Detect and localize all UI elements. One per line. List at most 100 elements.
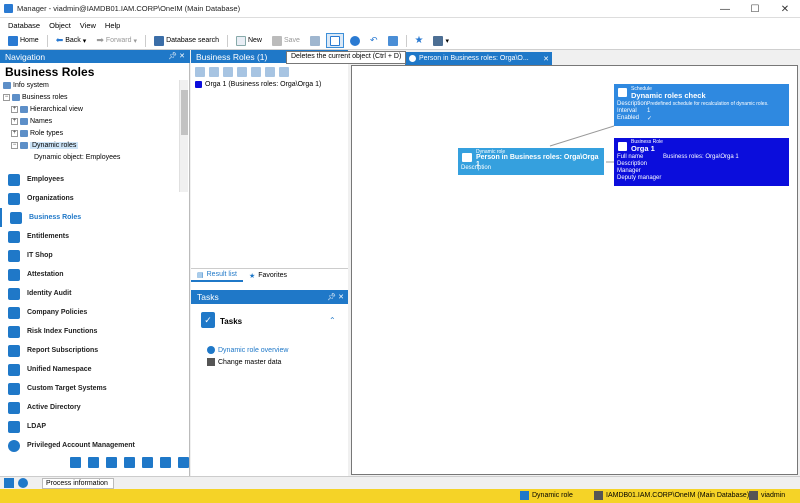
- check-icon: ✓: [647, 116, 653, 122]
- nav-company-policies[interactable]: Company Policies: [0, 303, 189, 322]
- dynamic-role-icon: [462, 153, 472, 162]
- search-icon[interactable]: [251, 66, 261, 77]
- settings-icon[interactable]: [18, 478, 28, 488]
- overflow-module-icon[interactable]: [160, 457, 171, 468]
- connector-line: [549, 125, 615, 147]
- refresh-button[interactable]: [384, 33, 402, 48]
- group-icon[interactable]: [195, 66, 205, 77]
- navigation-overflow-icons: [70, 457, 201, 468]
- nav-ldap[interactable]: LDAP: [0, 417, 189, 436]
- window-title: Manager - viadmin@IAMDB01.IAM.CORP\OneIM…: [17, 4, 241, 13]
- business-role-node[interactable]: Business Role Orga 1 Full name Business …: [614, 138, 789, 186]
- title-bar: Manager - viadmin@IAMDB01.IAM.CORP\OneIM…: [0, 0, 800, 18]
- tab-dynamic-role-overview[interactable]: Person in Business roles: Orga\O... ✕: [405, 52, 552, 65]
- tree-item-dynamic-roles[interactable]: − Dynamic roles: [11, 142, 79, 149]
- home-button[interactable]: Home: [4, 33, 43, 48]
- overflow-module-icon[interactable]: [106, 457, 117, 468]
- expand-icon[interactable]: +: [11, 106, 18, 113]
- unified-namespace-icon: [8, 363, 20, 376]
- toolbar-separator: [46, 34, 48, 47]
- refresh-icon[interactable]: [237, 66, 247, 77]
- nav-identity-audit[interactable]: Identity Audit: [0, 284, 189, 303]
- nav-risk-index-functions[interactable]: Risk Index Functions: [0, 322, 189, 341]
- nav-it-shop[interactable]: IT Shop: [0, 246, 189, 265]
- tasks-header: Tasks: [191, 290, 348, 304]
- new-button[interactable]: New: [232, 33, 266, 48]
- dynamic-role-node[interactable]: Dynamic role Person in Business roles: O…: [458, 148, 604, 175]
- maximize-button[interactable]: ☐: [740, 0, 770, 18]
- schedule-node[interactable]: Schedule Dynamic roles check Description…: [614, 84, 789, 126]
- favorite-button[interactable]: ★: [411, 33, 428, 48]
- menu-object[interactable]: Object: [49, 21, 71, 30]
- tree-item-info-system[interactable]: Info system: [3, 82, 49, 89]
- star-icon: ★: [414, 35, 424, 46]
- collapse-icon[interactable]: −: [11, 142, 18, 149]
- tree-item-dynamic-object-employees[interactable]: Dynamic object: Employees: [34, 154, 120, 161]
- overflow-module-icon[interactable]: [178, 457, 189, 468]
- menu-view[interactable]: View: [80, 21, 96, 30]
- expand-icon[interactable]: +: [11, 130, 18, 137]
- menu-help[interactable]: Help: [105, 21, 120, 30]
- nav-privileged-account-management[interactable]: Privileged Account Management: [0, 436, 189, 455]
- nav-report-subscriptions[interactable]: Report Subscriptions: [0, 341, 189, 360]
- nav-attestation[interactable]: Attestation: [0, 265, 189, 284]
- overflow-module-icon[interactable]: [70, 457, 81, 468]
- process-icon[interactable]: [4, 478, 14, 488]
- overflow-module-icon[interactable]: [88, 457, 99, 468]
- tree-item-hierarchical-view[interactable]: + Hierarchical view: [11, 106, 83, 113]
- company-policies-icon: [8, 306, 20, 319]
- result-tabs: ▤ Result list ★ Favorites: [191, 268, 348, 282]
- delete-button[interactable]: [325, 33, 344, 48]
- identity-audit-icon: [8, 287, 20, 300]
- close-button[interactable]: ✕: [770, 0, 800, 18]
- undo-button[interactable]: ↶: [366, 33, 382, 48]
- tree-item-role-types[interactable]: + Role types: [11, 130, 63, 137]
- database-search-button[interactable]: Database search: [150, 33, 223, 48]
- nav-organizations[interactable]: Organizations: [0, 189, 189, 208]
- navigation-panel: Navigation 📌︎ ✕ Business Roles Info syst…: [0, 50, 201, 476]
- tab-favorites[interactable]: ★ Favorites: [243, 269, 293, 282]
- edit-icon: [207, 358, 215, 366]
- layout-icon[interactable]: [279, 66, 289, 77]
- process-information-tab[interactable]: Process information: [42, 478, 114, 489]
- tab-result-list[interactable]: ▤ Result list: [191, 269, 243, 282]
- minimize-button[interactable]: —: [710, 0, 740, 18]
- collapse-chevron-icon[interactable]: ⌃: [329, 316, 336, 325]
- forward-button[interactable]: ➡ Forward ▾: [92, 33, 141, 48]
- filter-icon[interactable]: [265, 66, 275, 77]
- expand-icon[interactable]: +: [11, 118, 18, 125]
- star-icon: ★: [248, 272, 256, 280]
- nav-active-directory[interactable]: Active Directory: [0, 398, 189, 417]
- list-item[interactable]: Orga 1 (Business roles: Orga\Orga 1): [195, 81, 321, 88]
- nav-business-roles[interactable]: Business Roles: [0, 208, 189, 227]
- sort-icon[interactable]: [209, 66, 219, 77]
- nav-custom-target-systems[interactable]: Custom Target Systems: [0, 379, 189, 398]
- close-tab-icon[interactable]: ✕: [543, 55, 549, 63]
- filter-list-icon[interactable]: [223, 66, 233, 77]
- print-button[interactable]: ▾: [429, 33, 453, 48]
- menu-database[interactable]: Database: [8, 21, 40, 30]
- task-change-master-data[interactable]: Change master data: [207, 358, 281, 366]
- nav-employees[interactable]: Employees: [0, 170, 189, 189]
- scrollbar-thumb[interactable]: [181, 90, 188, 135]
- task-dynamic-role-overview[interactable]: Dynamic role overview: [207, 346, 288, 354]
- toolbar-separator: [145, 34, 147, 47]
- overflow-module-icon[interactable]: [142, 457, 153, 468]
- status-bar: Dynamic role IAMDB01.IAM.CORP\OneIM (Mai…: [0, 489, 800, 503]
- overflow-module-icon[interactable]: [124, 457, 135, 468]
- arrow-right-icon: ➡: [96, 35, 104, 45]
- save-button[interactable]: Save: [268, 33, 304, 48]
- result-list-panel: Business Roles (1) 📌︎ ✕ Orga 1 (Business…: [191, 50, 348, 476]
- back-button[interactable]: ⬅ Back ▾: [52, 33, 91, 48]
- nav-entitlements[interactable]: Entitlements: [0, 227, 189, 246]
- tree-item-names[interactable]: + Names: [11, 118, 52, 125]
- nav-unified-namespace[interactable]: Unified Namespace: [0, 360, 189, 379]
- save-icon: [272, 35, 282, 46]
- tree-item-business-roles[interactable]: − Business roles: [3, 94, 68, 101]
- pin-icon[interactable]: 📌︎ ✕: [327, 293, 344, 301]
- view-button[interactable]: [346, 33, 364, 48]
- entitlements-icon: [8, 230, 20, 243]
- cut-button[interactable]: [306, 33, 324, 48]
- pin-icon[interactable]: 📌︎ ✕: [168, 52, 185, 60]
- collapse-icon[interactable]: −: [3, 94, 10, 101]
